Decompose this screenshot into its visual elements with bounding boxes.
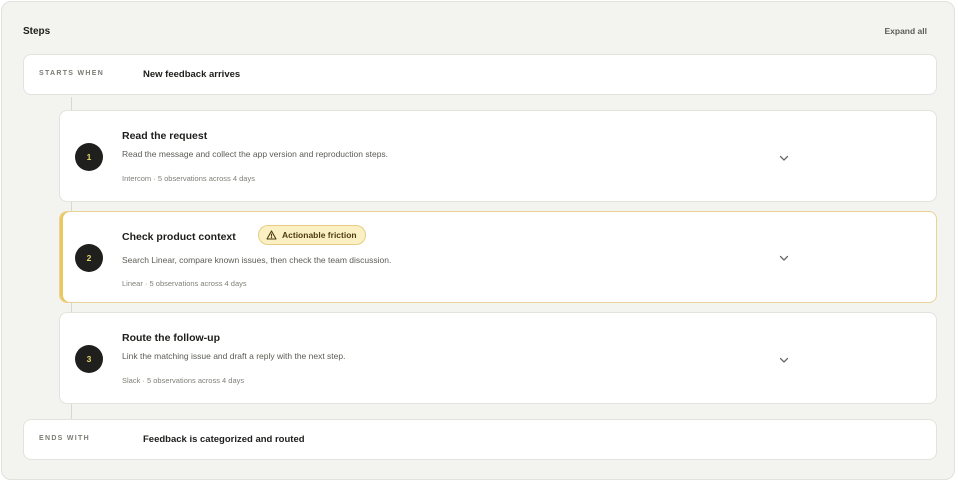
chevron-down-icon[interactable]: [778, 152, 790, 164]
end-state-card: ENDS WITH Feedback is categorized and ro…: [23, 419, 937, 460]
step-card-2[interactable]: 2 Check product context Actionable frict…: [59, 211, 937, 303]
chevron-down-icon[interactable]: [778, 252, 790, 264]
step-meta: Linear · 5 observations across 4 days: [122, 279, 247, 288]
step-number-badge: 2: [75, 244, 103, 272]
warning-triangle-icon: [266, 230, 277, 240]
step-description: Link the matching issue and draft a repl…: [122, 351, 346, 361]
step-title: Read the request: [122, 130, 208, 142]
friction-badge: Actionable friction: [258, 225, 366, 245]
section-title: Steps: [23, 26, 51, 37]
step-card-1[interactable]: 1 Read the request Read the message and …: [59, 110, 937, 202]
step-card-3[interactable]: 3 Route the follow-up Link the matching …: [59, 312, 937, 404]
friction-badge-label: Actionable friction: [282, 230, 357, 240]
step-description: Search Linear, compare known issues, the…: [122, 255, 392, 265]
step-number-badge: 1: [75, 143, 103, 171]
start-trigger-text: New feedback arrives: [143, 69, 241, 80]
end-state-text: Feedback is categorized and routed: [143, 434, 305, 445]
start-trigger-card: STARTS WHEN New feedback arrives: [23, 54, 937, 95]
end-state-label: ENDS WITH: [39, 435, 90, 442]
step-meta: Slack · 5 observations across 4 days: [122, 376, 245, 385]
steps-panel: Steps Expand all STARTS WHEN New feedbac…: [1, 1, 955, 480]
start-trigger-label: STARTS WHEN: [39, 70, 105, 77]
expand-all-button[interactable]: Expand all: [884, 26, 927, 36]
step-title: Check product context: [122, 231, 236, 243]
step-meta: Intercom · 5 observations across 4 days: [122, 174, 255, 183]
chevron-down-icon[interactable]: [778, 354, 790, 366]
step-title: Route the follow-up: [122, 332, 220, 344]
step-description: Read the message and collect the app ver…: [122, 149, 389, 159]
step-number-badge: 3: [75, 345, 103, 373]
